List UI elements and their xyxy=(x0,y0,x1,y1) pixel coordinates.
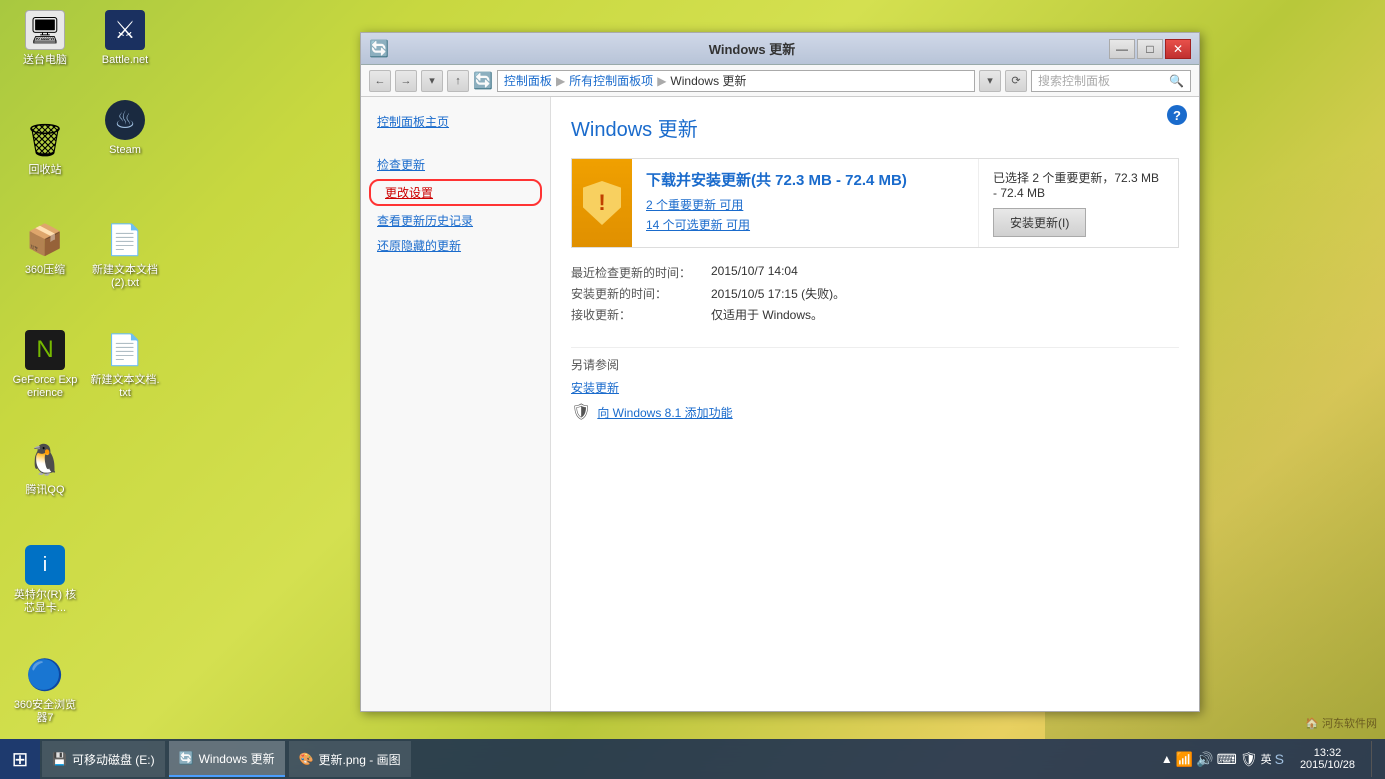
desktop-icon-geforce[interactable]: Ν GeForce Experience xyxy=(10,330,80,400)
desktop-icon-new-txt2[interactable]: 📄 新建文本文档.txt xyxy=(90,330,160,400)
path-mid: 所有控制面板项 xyxy=(569,72,653,89)
system-tray[interactable]: ▲ 📶 🔊 ⌨ 🛡 英 S xyxy=(1157,751,1288,768)
taskbar-right: ▲ 📶 🔊 ⌨ 🛡 英 S 13:32 2015/10/28 xyxy=(1149,739,1385,779)
desktop-icon-my-computer[interactable]: 🖥 送台电脑 xyxy=(10,10,80,67)
path-dropdown[interactable]: ▾ xyxy=(979,70,1001,92)
desktop-icon-360browser[interactable]: 🔵 360安全浏览器7 xyxy=(10,655,80,725)
windows-update-label: Windows 更新 xyxy=(199,750,275,767)
removable-disk-icon: 💾 xyxy=(52,752,67,766)
system-clock[interactable]: 13:32 2015/10/28 xyxy=(1292,747,1363,771)
update-side-info: 已选择 2 个重要更新，72.3 MB - 72.4 MB 安装更新(I) xyxy=(978,159,1178,247)
start-icon: ⊞ xyxy=(12,747,29,772)
last-check-row: 最近检查更新的时间： 2015/10/7 14:04 xyxy=(571,264,1179,281)
paint-label: 更新.png - 画图 xyxy=(319,751,401,768)
address-bar: ← → ▾ ↑ 🔄 控制面板 ▶ 所有控制面板项 ▶ Windows 更新 ▾ … xyxy=(361,65,1199,97)
sidebar-main-link[interactable]: 控制面板主页 xyxy=(361,109,550,134)
watermark: 🏠 河东软件网 xyxy=(1305,715,1377,731)
search-box[interactable]: 搜索控制面板 🔍 xyxy=(1031,70,1191,92)
window-content: 控制面板主页 检查更新 更改设置 查看更新历史记录 还原隐藏的更新 ? Wind… xyxy=(361,97,1199,711)
last-install-label: 安装更新的时间： xyxy=(571,285,711,302)
clock-time: 13:32 xyxy=(1314,747,1342,759)
update-side-text: 已选择 2 个重要更新，72.3 MB - 72.4 MB xyxy=(993,169,1164,200)
window-controls: — □ ✕ xyxy=(1109,39,1191,59)
desktop-icon-new-txt1[interactable]: 📄 新建文本文档 (2).txt xyxy=(90,220,160,290)
tray-sound-icon: 🔊 xyxy=(1196,751,1213,768)
important-updates-link[interactable]: 2 个重要更新 可用 xyxy=(646,196,964,213)
up-button[interactable]: ↑ xyxy=(447,70,469,92)
help-button[interactable]: ? xyxy=(1167,105,1187,125)
windows-update-window: 🔄 Windows 更新 — □ ✕ ← → ▾ ↑ 🔄 控制面板 ▶ 所有控制… xyxy=(360,32,1200,712)
taskbar-paint[interactable]: 🎨 更新.png - 画图 xyxy=(289,741,411,777)
receive-row: 接收更新： 仅适用于 Windows。 xyxy=(571,306,1179,323)
update-side-bar: ! xyxy=(572,159,632,247)
desktop-icon-intel[interactable]: i 英特尔(R) 核芯显卡... xyxy=(10,545,80,615)
shield-icon: ! xyxy=(583,181,621,225)
taskbar-removable-disk[interactable]: 💾 可移动磁盘 (E:) xyxy=(42,741,165,777)
refresh-button[interactable]: ⟳ xyxy=(1005,70,1027,92)
watermark-icon: 🏠 xyxy=(1305,718,1319,730)
search-placeholder: 搜索控制面板 xyxy=(1038,72,1110,89)
add-feature-link[interactable]: 向 Windows 8.1 添加功能 xyxy=(597,404,732,421)
info-table: 最近检查更新的时间： 2015/10/7 14:04 安装更新的时间： 2015… xyxy=(571,264,1179,323)
paint-icon: 🎨 xyxy=(299,752,314,766)
sidebar-change-settings[interactable]: 更改设置 xyxy=(369,179,542,206)
desktop-icon-recycle-bin[interactable]: 🗑 回收站 xyxy=(10,120,80,177)
install-update-link[interactable]: 安装更新 xyxy=(571,379,1179,396)
tray-steam-icon: S xyxy=(1275,751,1284,767)
update-panel: ! 下载并安装更新(共 72.3 MB - 72.4 MB) 2 个重要更新 可… xyxy=(571,158,1179,248)
path-root: 控制面板 xyxy=(504,72,552,89)
taskbar: ⊞ 💾 可移动磁盘 (E:) 🔄 Windows 更新 🎨 更新.png - 画… xyxy=(0,739,1385,779)
desktop-icon-360zip[interactable]: 📦 360压缩 xyxy=(10,220,80,277)
close-button[interactable]: ✕ xyxy=(1165,39,1191,59)
taskbar-windows-update[interactable]: 🔄 Windows 更新 xyxy=(169,741,285,777)
window-title: Windows 更新 xyxy=(395,39,1109,58)
tray-lang-icon: 英 xyxy=(1261,751,1272,767)
also-see-section: 另请参阅 安装更新 🛡 向 Windows 8.1 添加功能 xyxy=(571,347,1179,422)
show-desktop-button[interactable] xyxy=(1371,741,1377,777)
last-check-label: 最近检查更新的时间： xyxy=(571,264,711,281)
receive-value: 仅适用于 Windows。 xyxy=(711,306,823,323)
also-see-title: 另请参阅 xyxy=(571,358,619,372)
sidebar-check-update[interactable]: 检查更新 xyxy=(361,152,550,177)
sidebar: 控制面板主页 检查更新 更改设置 查看更新历史记录 还原隐藏的更新 xyxy=(361,97,551,711)
search-icon: 🔍 xyxy=(1169,74,1184,88)
clock-date: 2015/10/28 xyxy=(1300,759,1355,771)
tray-arrow-icon[interactable]: ▲ xyxy=(1161,752,1173,766)
install-button[interactable]: 安装更新(I) xyxy=(993,208,1086,237)
desktop-icon-qq[interactable]: 🐧 腾讯QQ xyxy=(10,440,80,497)
last-install-value: 2015/10/5 17:15 (失败)。 xyxy=(711,285,845,302)
optional-updates-link[interactable]: 14 个可选更新 可用 xyxy=(646,216,964,233)
last-check-value: 2015/10/7 14:04 xyxy=(711,264,798,281)
maximize-button[interactable]: □ xyxy=(1137,39,1163,59)
path-icon: 🔄 xyxy=(473,71,493,91)
sidebar-view-history[interactable]: 查看更新历史记录 xyxy=(361,208,550,233)
minimize-button[interactable]: — xyxy=(1109,39,1135,59)
watermark-text: 河东软件网 xyxy=(1322,718,1377,730)
sidebar-restore-hidden[interactable]: 还原隐藏的更新 xyxy=(361,233,550,258)
update-info: 下载并安装更新(共 72.3 MB - 72.4 MB) 2 个重要更新 可用 … xyxy=(632,159,978,247)
main-content: ? Windows 更新 ! 下载并安装更新(共 72.3 MB - 72.4 … xyxy=(551,97,1199,711)
desktop-icon-battle-net[interactable]: ⚔ Battle.net xyxy=(90,10,160,67)
address-path[interactable]: 控制面板 ▶ 所有控制面板项 ▶ Windows 更新 xyxy=(497,70,975,92)
receive-label: 接收更新： xyxy=(571,306,711,323)
path-current: Windows 更新 xyxy=(670,72,746,89)
forward-button[interactable]: → xyxy=(395,70,417,92)
window-titlebar: 🔄 Windows 更新 — □ ✕ xyxy=(361,33,1199,65)
dropdown-button[interactable]: ▾ xyxy=(421,70,443,92)
back-button[interactable]: ← xyxy=(369,70,391,92)
last-install-row: 安装更新的时间： 2015/10/5 17:15 (失败)。 xyxy=(571,285,1179,302)
start-button[interactable]: ⊞ xyxy=(0,739,40,779)
window-icon: 🔄 xyxy=(369,39,389,59)
add-feature-item: 🛡 向 Windows 8.1 添加功能 xyxy=(571,402,1179,422)
windows-update-icon: 🔄 xyxy=(179,751,194,765)
tray-shield-icon: 🛡 xyxy=(1240,751,1258,768)
tray-input-icon: ⌨ xyxy=(1217,751,1237,768)
removable-disk-label: 可移动磁盘 (E:) xyxy=(72,751,155,768)
update-title: 下载并安装更新(共 72.3 MB - 72.4 MB) xyxy=(646,169,964,190)
page-title: Windows 更新 xyxy=(571,113,1179,142)
windows-shield-icon: 🛡 xyxy=(571,402,591,422)
desktop-icon-steam[interactable]: ♨ Steam xyxy=(90,100,160,157)
tray-network-icon: 📶 xyxy=(1176,751,1193,768)
